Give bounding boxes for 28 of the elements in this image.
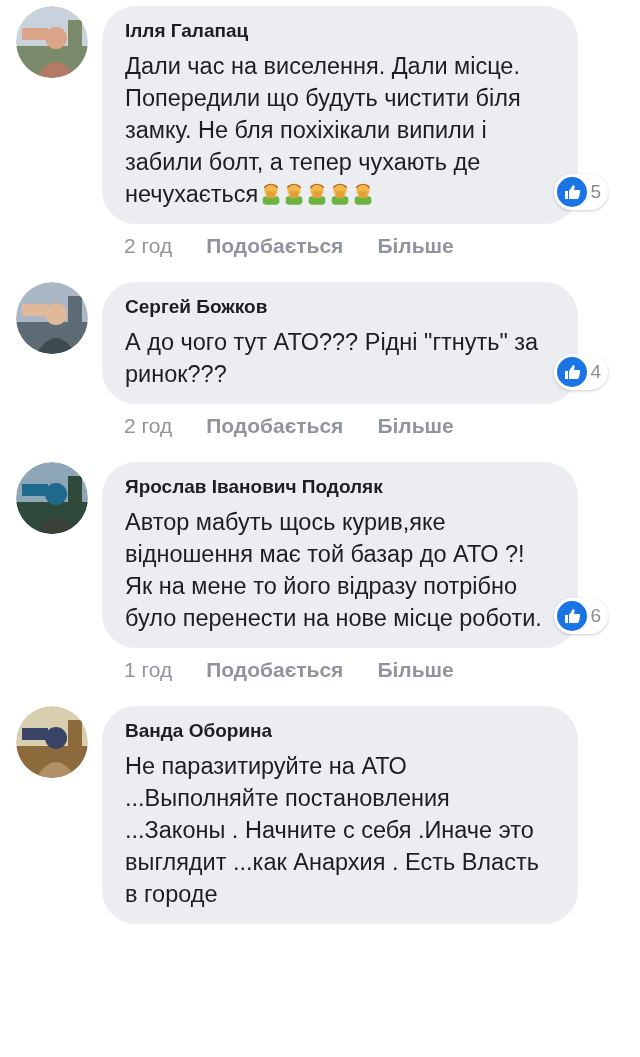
comment-text: А до чого тут АТО??? Рідні "гтнуть" за ринок??? <box>125 328 540 389</box>
reaction-count[interactable]: 6 <box>554 598 608 634</box>
like-link[interactable]: Подобається <box>206 234 344 258</box>
comment-time[interactable]: 2 год <box>124 234 173 258</box>
like-link[interactable]: Подобається <box>206 414 344 438</box>
facepalm-icon <box>353 181 374 205</box>
reaction-count[interactable]: 5 <box>554 174 608 210</box>
comment-time[interactable]: 1 год <box>124 658 173 682</box>
facepalm-icon <box>307 181 328 205</box>
comment-text: Автор мабуть щось курив,яке відношення має той базар до АТО ?! Як на мене то його відразу потрібно було перенести на нове місце роботи. <box>125 508 543 633</box>
reaction-count[interactable]: 4 <box>554 354 608 390</box>
more-link[interactable]: Більше <box>377 234 454 258</box>
thumbs-up-icon <box>557 357 588 387</box>
facepalm-icon <box>261 181 282 205</box>
more-link[interactable]: Більше <box>377 414 454 438</box>
more-link[interactable]: Більше <box>377 658 454 682</box>
author-name[interactable]: Ванда Оборина <box>125 720 556 742</box>
facepalm-icon <box>284 181 305 205</box>
facepalm-icon <box>330 181 351 205</box>
like-link[interactable]: Подобається <box>206 658 344 682</box>
author-name[interactable]: Сергей Божков <box>125 296 556 318</box>
comment-text: Дали час на виселення. Дали місце. Попередили що будуть чистити біля замку. Не бля похіхікали випили і забили болт, а тепер чухають де нечухається <box>125 52 522 209</box>
comment-text: Не паразитируйте на АТО ...Выполняйте постановления ...Законы . Начните с себя .Иначе это выглядит ...как Анархия . Есть Власть в городе <box>125 752 540 909</box>
author-name[interactable]: Ілля Галапац <box>125 20 556 42</box>
thumbs-up-icon <box>557 601 588 631</box>
thumbs-up-icon <box>557 177 588 207</box>
author-name[interactable]: Ярослав Іванович Подоляк <box>125 476 556 498</box>
comment-time[interactable]: 2 год <box>124 414 173 438</box>
